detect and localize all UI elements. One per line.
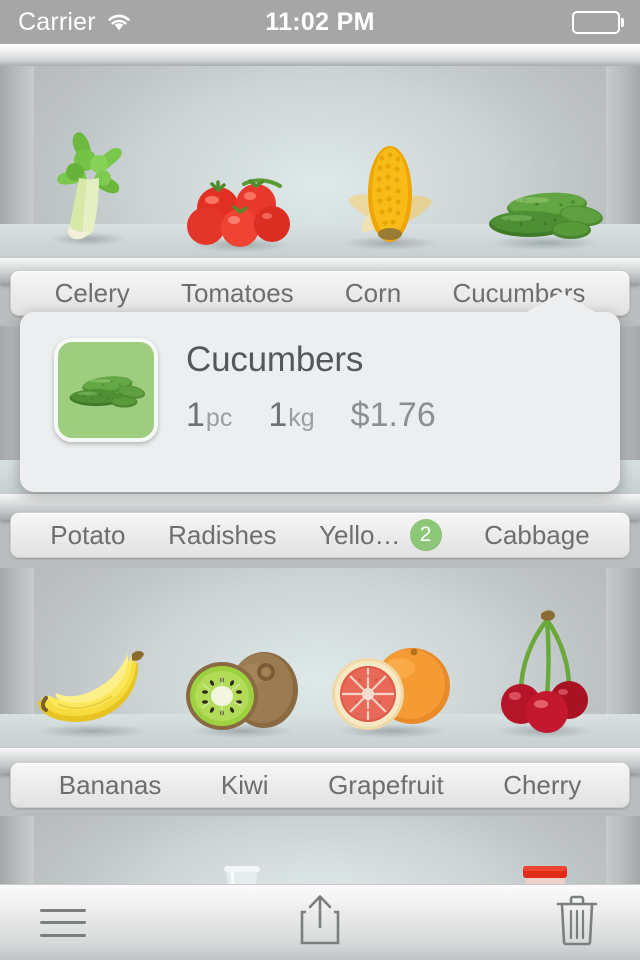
- label-chip-cabbage[interactable]: Cabbage: [484, 520, 590, 551]
- status-bar-right: [571, 10, 624, 34]
- bottom-toolbar: [0, 884, 640, 960]
- label-text: Kiwi: [220, 769, 269, 800]
- cucumbers-thumbnail[interactable]: [54, 338, 158, 442]
- produce-grapefruit[interactable]: [330, 642, 454, 738]
- label-chip-kiwi[interactable]: Kiwi: [221, 770, 269, 801]
- produce-bananas[interactable]: [28, 642, 156, 738]
- shelf-top: [0, 66, 640, 270]
- weight-stat: 1 kg: [268, 396, 314, 435]
- label-text: Tomatoes: [180, 277, 294, 308]
- popover-arrow: [525, 292, 597, 313]
- label-chip-bananas[interactable]: Bananas: [59, 770, 162, 801]
- produce-celery[interactable]: [45, 126, 131, 246]
- produce-cucumbers[interactable]: [485, 180, 605, 250]
- produce-kiwi[interactable]: [184, 650, 300, 738]
- fridge-body: Celery Tomatoes Corn Cucumbers Potato Ra…: [0, 44, 640, 960]
- popover-text-block: Cucumbers 1 pc 1 kg $1.76: [186, 338, 436, 435]
- share-icon: [297, 893, 343, 952]
- label-chip[interactable]: Corn: [345, 278, 401, 309]
- item-detail-popover[interactable]: Cucumbers 1 pc 1 kg $1.76: [20, 292, 620, 492]
- label-text: Bananas: [58, 769, 162, 800]
- label-text: Cherry: [503, 769, 582, 800]
- price-stat: $1.76: [351, 396, 436, 435]
- label-chip-cherry[interactable]: Cherry: [503, 770, 581, 801]
- battery-icon: [571, 10, 624, 34]
- label-text: Yello…: [319, 519, 401, 550]
- label-chip-grapefruit[interactable]: Grapefruit: [328, 770, 444, 801]
- status-bar: Carrier 11:02 PM: [0, 0, 640, 44]
- label-chip[interactable]: Tomatoes: [181, 278, 294, 309]
- popover-title: Cucumbers: [186, 340, 364, 379]
- price-value: $1.76: [350, 396, 436, 434]
- popover-stats: 1 pc 1 kg $1.76: [186, 396, 436, 435]
- label-text: Radishes: [168, 519, 277, 550]
- produce-corn[interactable]: [338, 138, 442, 250]
- app-root: Carrier 11:02 PM Celery Tomatoes Corn Cu…: [0, 0, 640, 960]
- label-bar-third-shelf[interactable]: Bananas Kiwi Grapefruit Cherry: [10, 762, 630, 808]
- fridge-top-edge: [0, 44, 640, 66]
- trash-icon: [555, 894, 599, 951]
- label-text: Celery: [54, 277, 130, 308]
- label-chip[interactable]: Celery: [55, 278, 130, 309]
- label-chip-potato[interactable]: Potato: [50, 520, 125, 551]
- label-bar-second-shelf[interactable]: Potato Radishes Yello… 2 Cabbage: [10, 512, 630, 558]
- clock-label: 11:02 PM: [265, 7, 375, 36]
- label-text: Corn: [344, 277, 402, 308]
- quantity-unit: pc: [205, 404, 233, 432]
- shelf-third: [0, 568, 640, 760]
- menu-button[interactable]: [20, 890, 106, 956]
- share-button[interactable]: [277, 890, 363, 956]
- trash-button[interactable]: [534, 890, 620, 956]
- status-badge: 2: [409, 519, 442, 551]
- quantity-stat: 1 pc: [186, 396, 232, 435]
- produce-tomatoes[interactable]: [184, 174, 296, 252]
- label-text: Potato: [50, 519, 126, 550]
- label-text: Cabbage: [484, 519, 590, 550]
- weight-unit: kg: [288, 404, 315, 432]
- label-chip-radishes[interactable]: Radishes: [168, 520, 276, 551]
- produce-cherry[interactable]: [491, 606, 599, 738]
- weight-value: 1: [268, 396, 288, 434]
- hamburger-menu-icon: [40, 908, 86, 937]
- label-text: Grapefruit: [328, 769, 444, 800]
- label-chip-yellow[interactable]: Yello… 2: [319, 519, 442, 551]
- quantity-value: 1: [186, 396, 205, 434]
